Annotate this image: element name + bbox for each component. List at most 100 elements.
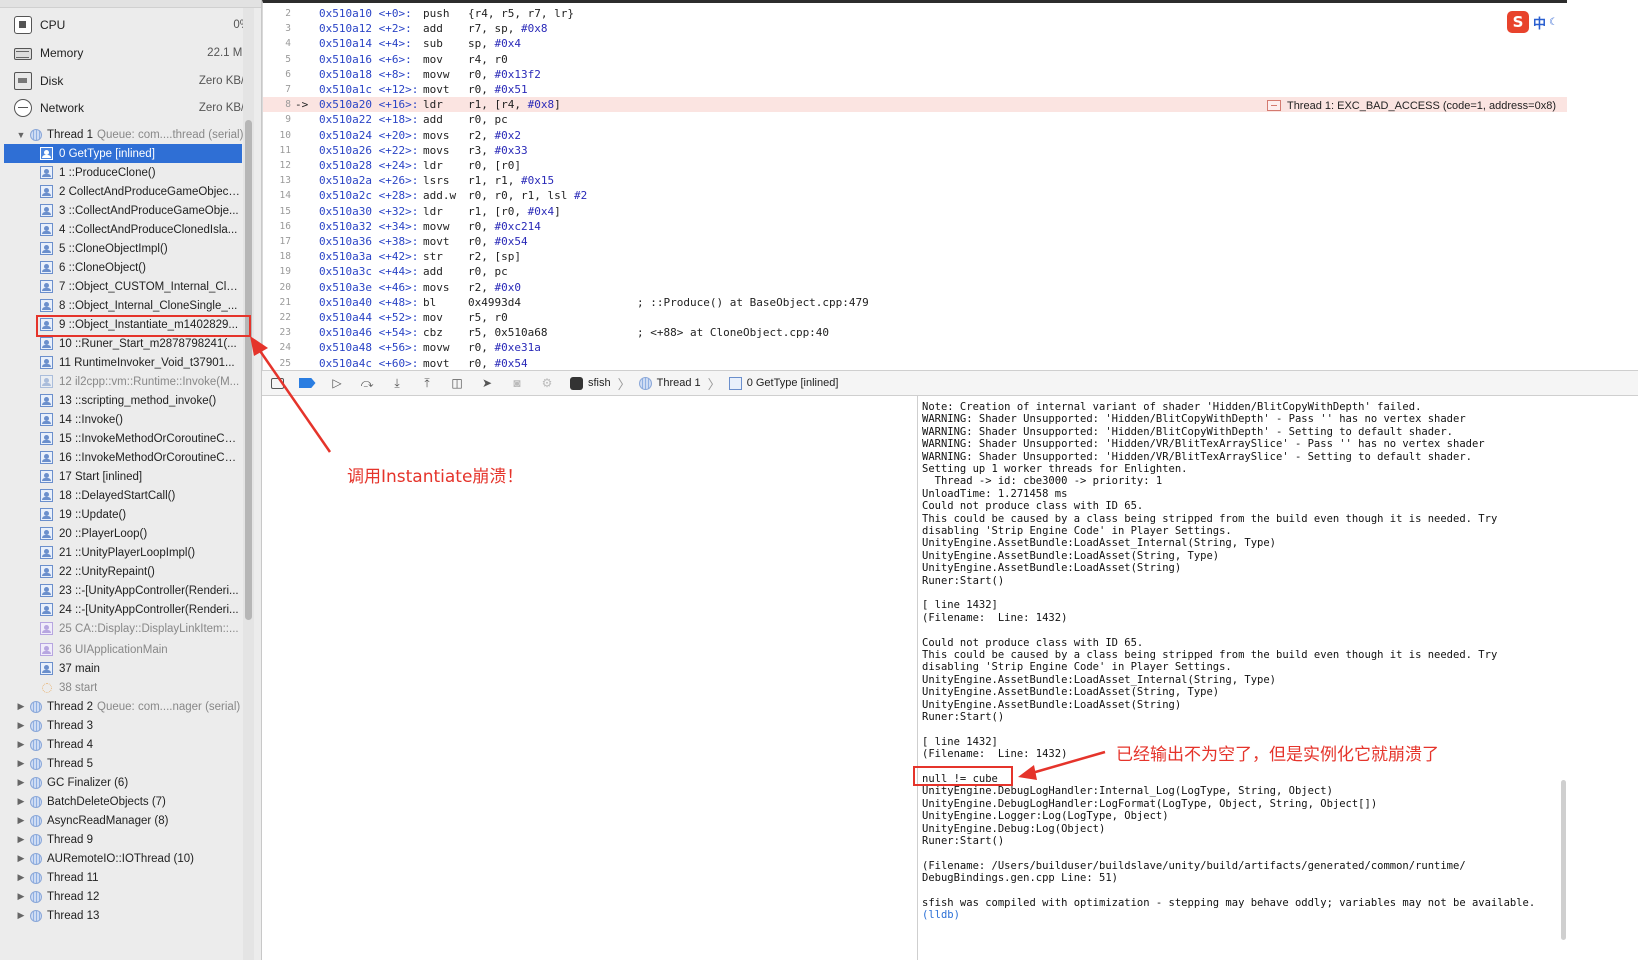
disassembly-line[interactable]: 6 0x510a18 <+8>: movw r0, #0x13f2 — [263, 67, 1568, 82]
disassembly-line[interactable]: 15 0x510a30 <+32>: ldr r1, [r0, #0x4] — [263, 204, 1568, 219]
disassembly-line[interactable]: 12 0x510a28 <+24>: ldr r0, [r0] — [263, 158, 1568, 173]
stack-frame-row[interactable]: 6 ::CloneObject() — [40, 258, 240, 277]
stack-frame-row[interactable]: 11 RuntimeInvoker_Void_t37901... — [40, 353, 240, 372]
thread-1-row[interactable]: ▼ Thread 1 Queue: com....thread (serial) — [14, 125, 244, 144]
instruction-address: 0x510a3e <+46>: — [319, 280, 419, 294]
breadcrumb-thread[interactable]: Thread 1 〉 — [638, 374, 721, 393]
disclosure-closed-icon[interactable]: ▶ — [14, 815, 28, 826]
stack-frame-row[interactable]: 8 ::Object_Internal_CloneSingle_... — [40, 296, 240, 315]
stack-frame-row[interactable]: 22 ::UnityRepaint() — [40, 562, 240, 581]
gauge-cpu[interactable]: CPU 0% — [14, 11, 250, 39]
stack-frame-row[interactable]: 38 start — [40, 678, 240, 697]
stack-frame-row[interactable]: 23 ::-[UnityAppController(Renderi... — [40, 581, 240, 600]
stack-frame-row[interactable]: 1 ::ProduceClone() — [40, 163, 240, 182]
disassembly-line[interactable]: 24 0x510a48 <+56>: movw r0, #0xe31a — [263, 340, 1568, 355]
disassembly-line[interactable]: 5 0x510a16 <+6>: mov r4, r0 — [263, 52, 1568, 67]
disassembly-line[interactable]: 17 0x510a36 <+38>: movt r0, #0x54 — [263, 234, 1568, 249]
crash-badge[interactable]: Thread 1: EXC_BAD_ACCESS (code=1, addres… — [1266, 98, 1556, 113]
gauge-memory[interactable]: Memory 22.1 MB — [14, 39, 250, 67]
thread-row[interactable]: ▶ GC Finalizer (6) — [14, 773, 244, 792]
disclosure-closed-icon[interactable]: ▶ — [14, 872, 28, 883]
stack-frame-row[interactable]: 15 ::InvokeMethodOrCoroutineCh... — [40, 429, 240, 448]
thread-row[interactable]: ▶ Thread 5 — [14, 754, 244, 773]
disclosure-open-icon[interactable]: ▼ — [14, 130, 28, 140]
continue-button[interactable]: ▷ — [322, 373, 352, 393]
breadcrumb-app[interactable]: sfish 〉 — [570, 374, 631, 393]
simulate-location-button[interactable]: ➤ — [472, 373, 502, 393]
thread-row[interactable]: ▶ AsyncReadManager (8) — [14, 811, 244, 830]
step-into-button[interactable]: ⤓ — [382, 373, 412, 393]
disclosure-closed-icon[interactable]: ▶ — [14, 834, 28, 845]
breakpoints-toggle-button[interactable] — [292, 373, 322, 393]
stack-frame-row[interactable]: 24 ::-[UnityAppController(Renderi... — [40, 600, 240, 619]
input-method-indicator[interactable]: S 中 ☾ — [1507, 10, 1567, 34]
stack-frame-row[interactable]: 4 ::CollectAndProduceClonedIsla... — [40, 220, 240, 239]
disassembly-line[interactable]: 16 0x510a32 <+34>: movw r0, #0xc214 — [263, 219, 1568, 234]
breadcrumb-frame[interactable]: 0 GetType [inlined] — [728, 376, 838, 390]
disclosure-closed-icon[interactable]: ▶ — [14, 739, 28, 750]
disassembly-line[interactable]: 19 0x510a3c <+44>: add r0, pc — [263, 264, 1568, 279]
thread-row[interactable]: ▶ Thread 12 — [14, 887, 244, 906]
disassembly-line[interactable]: 11 0x510a26 <+22>: movs r3, #0x33 — [263, 143, 1568, 158]
disassembly-line[interactable]: 23 0x510a46 <+54>: cbz r5, 0x510a68 ; <+88> … — [263, 325, 1568, 340]
disclosure-closed-icon[interactable]: ▶ — [14, 796, 28, 807]
step-over-button[interactable]: ⤼ — [352, 373, 382, 393]
disassembly-line[interactable]: 20 0x510a3e <+46>: movs r2, #0x0 — [263, 280, 1568, 295]
thread-row[interactable]: ▶ Thread 3 — [14, 716, 244, 735]
disassembly-line[interactable]: 9 0x510a22 <+18>: add r0, pc — [263, 112, 1568, 127]
stack-frame-row[interactable]: 20 ::PlayerLoop() — [40, 524, 240, 543]
stack-frame-row[interactable]: 18 ::DelayedStartCall() — [40, 486, 240, 505]
thread-row[interactable]: ▶ BatchDeleteObjects (7) — [14, 792, 244, 811]
stack-frame-row[interactable]: 14 ::Invoke() — [40, 410, 240, 429]
disclosure-closed-icon[interactable]: ▶ — [14, 853, 28, 864]
disassembly-line[interactable]: 21 0x510a40 <+48>: bl 0x4993d4 ; ::Produce()… — [263, 295, 1568, 310]
disassembly-line[interactable]: 2 0x510a10 <+0>: push {r4, r5, r7, lr} — [263, 6, 1568, 21]
thread-row[interactable]: ▶ Thread 9 — [14, 830, 244, 849]
disclosure-closed-icon[interactable]: ▶ — [14, 758, 28, 769]
capture-frame-button[interactable]: ◙ — [502, 373, 532, 393]
stack-frame-row[interactable]: 19 ::Update() — [40, 505, 240, 524]
disassembly-line[interactable]: 25 0x510a4c <+60>: movt r0, #0x54 — [263, 356, 1568, 370]
disclosure-closed-icon[interactable]: ▶ — [14, 910, 28, 921]
thread-row[interactable]: ▶ Thread 13 — [14, 906, 244, 925]
stack-frame-row[interactable]: 36 UIApplicationMain — [40, 640, 240, 659]
disassembly-line[interactable]: 18 0x510a3a <+42>: str r2, [sp] — [263, 249, 1568, 264]
view-hierarchy-button[interactable]: ◫ — [442, 373, 472, 393]
disassembly-editor[interactable]: 2 0x510a10 <+0>: push {r4, r5, r7, lr} 3 0x51… — [262, 0, 1568, 370]
stack-frame-row[interactable]: 16 ::InvokeMethodOrCoroutineCh... — [40, 448, 240, 467]
disassembly-line[interactable]: 4 0x510a14 <+4>: sub sp, #0x4 — [263, 36, 1568, 51]
disassembly-line[interactable]: 3 0x510a12 <+2>: add r7, sp, #0x8 — [263, 21, 1568, 36]
navigator-scrollbar-thumb[interactable] — [245, 120, 252, 620]
thread-row[interactable]: ▶ Thread 2 Queue: com....nager (serial) — [14, 697, 244, 716]
stack-frame-row[interactable]: 7 ::Object_CUSTOM_Internal_Clo... — [40, 277, 240, 296]
hide-debug-area-button[interactable] — [262, 373, 292, 393]
disassembly-line[interactable]: 7 0x510a1c <+12>: movt r0, #0x51 — [263, 82, 1568, 97]
environment-overrides-button[interactable]: ⚙ — [532, 373, 562, 393]
stack-frame-row[interactable]: 2 CollectAndProduceGameObject... — [40, 182, 240, 201]
console-output[interactable]: Note: Creation of internal variant of sh… — [918, 396, 1558, 960]
disassembly-line[interactable]: 14 0x510a2c <+28>: add.w r0, r0, r1, lsl #2 — [263, 188, 1568, 203]
stack-frame-row[interactable]: 12 il2cpp::vm::Runtime::Invoke(M... — [40, 372, 240, 391]
stack-frame-row[interactable]: 21 ::UnityPlayerLoopImpl() — [40, 543, 240, 562]
stack-frame-row[interactable]: 13 ::scripting_method_invoke() — [40, 391, 240, 410]
thread-row[interactable]: ▶ AURemoteIO::IOThread (10) — [14, 849, 244, 868]
disclosure-closed-icon[interactable]: ▶ — [14, 777, 28, 788]
disassembly-line[interactable]: 13 0x510a2a <+26>: lsrs r1, r1, #0x15 — [263, 173, 1568, 188]
disclosure-closed-icon[interactable]: ▶ — [14, 720, 28, 731]
gauge-disk[interactable]: Disk Zero KB/s — [14, 67, 250, 95]
gauge-network[interactable]: Network Zero KB/s — [14, 94, 250, 122]
thread-row[interactable]: ▶ Thread 11 — [14, 868, 244, 887]
step-out-button[interactable]: ⤒ — [412, 373, 442, 393]
stack-frame-row[interactable]: 3 ::CollectAndProduceGameObje... — [40, 201, 240, 220]
stack-frame-row[interactable]: 5 ::CloneObjectImpl() — [40, 239, 240, 258]
disassembly-line[interactable]: 22 0x510a44 <+52>: mov r5, r0 — [263, 310, 1568, 325]
thread-row[interactable]: ▶ Thread 4 — [14, 735, 244, 754]
stack-frame-row[interactable]: 37 main — [40, 659, 240, 678]
stack-frame-row[interactable]: 17 Start [inlined] — [40, 467, 240, 486]
console-scrollbar-thumb[interactable] — [1561, 780, 1566, 940]
disclosure-closed-icon[interactable]: ▶ — [14, 891, 28, 902]
stack-frame-row[interactable]: 0 GetType [inlined] — [4, 144, 242, 163]
disassembly-line[interactable]: 10 0x510a24 <+20>: movs r2, #0x2 — [263, 128, 1568, 143]
stack-frame-row[interactable]: 25 CA::Display::DisplayLinkItem::... — [40, 619, 240, 638]
disclosure-closed-icon[interactable]: ▶ — [14, 701, 28, 712]
